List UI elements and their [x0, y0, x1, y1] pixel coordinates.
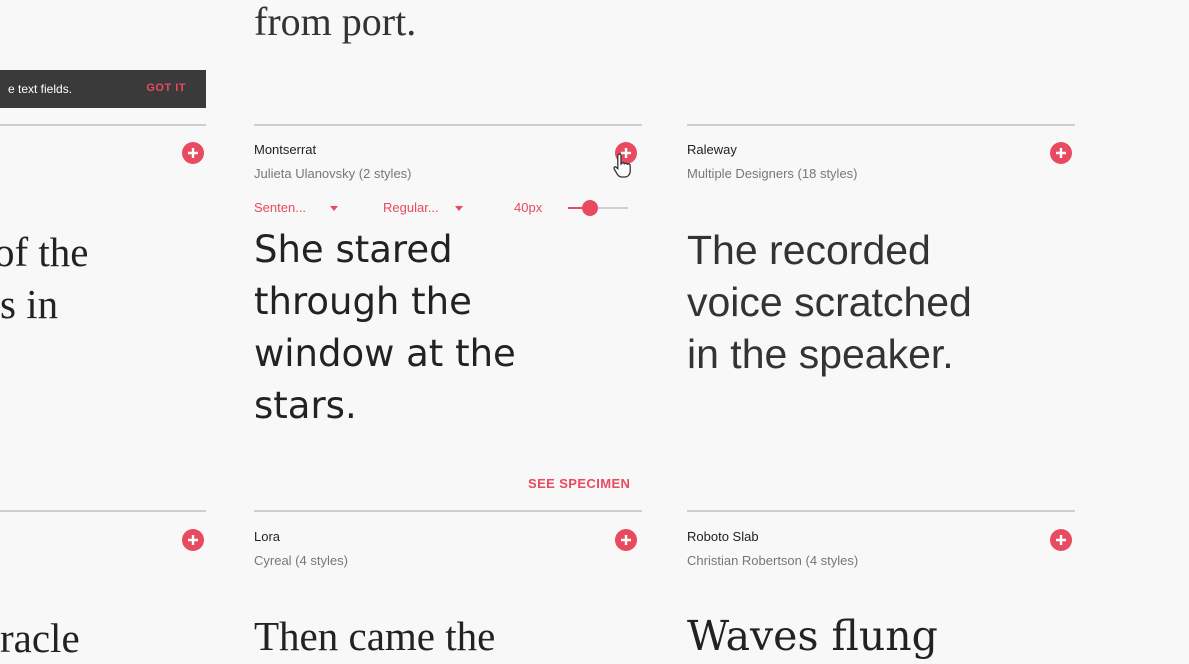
- font-sample-text: racle: [0, 615, 80, 661]
- got-it-button[interactable]: GOT IT: [146, 82, 186, 94]
- add-font-button[interactable]: [182, 142, 204, 164]
- font-designer: Julieta Ulanovsky (2 styles): [254, 166, 412, 181]
- plus-icon: [188, 148, 198, 158]
- card-divider: [687, 124, 1075, 126]
- style-label: Regular...: [383, 200, 439, 215]
- font-sample-text: Then came the: [254, 613, 496, 659]
- sentence-type-dropdown[interactable]: Senten...: [254, 200, 339, 215]
- add-font-button[interactable]: [1050, 142, 1072, 164]
- see-specimen-link[interactable]: SEE SPECIMEN: [528, 476, 630, 491]
- font-name[interactable]: Lora: [254, 529, 280, 544]
- font-name[interactable]: Roboto Slab: [687, 529, 759, 544]
- plus-icon: [621, 535, 631, 545]
- card-divider: [0, 124, 206, 126]
- plus-icon: [1056, 535, 1066, 545]
- add-font-button[interactable]: [1050, 529, 1072, 551]
- font-name[interactable]: Raleway: [687, 142, 737, 157]
- snackbar: e text fields. GOT IT: [0, 70, 206, 108]
- plus-icon: [1056, 148, 1066, 158]
- sentence-type-label: Senten...: [254, 200, 307, 215]
- font-size-slider[interactable]: [568, 200, 628, 216]
- hand-pointer-icon: [613, 153, 631, 178]
- previous-sample-text: from port.: [254, 0, 417, 44]
- card-divider: [687, 510, 1075, 512]
- add-font-button[interactable]: [615, 529, 637, 551]
- plus-icon: [188, 535, 198, 545]
- font-size-value: 40px: [514, 200, 543, 215]
- font-sample-text: of the s in: [0, 229, 89, 327]
- font-designer: Multiple Designers (18 styles): [687, 166, 858, 181]
- add-font-button[interactable]: [182, 529, 204, 551]
- chevron-down-icon: [454, 206, 463, 212]
- snackbar-message: e text fields.: [8, 82, 73, 96]
- font-sample-text: Waves flung: [687, 612, 938, 660]
- style-dropdown[interactable]: Regular...: [383, 200, 463, 215]
- card-divider: [254, 510, 642, 512]
- slider-thumb[interactable]: [582, 200, 598, 216]
- font-name[interactable]: Montserrat: [254, 142, 316, 157]
- font-designer: Christian Robertson (4 styles): [687, 553, 859, 568]
- chevron-down-icon: [330, 206, 339, 212]
- card-divider: [0, 510, 206, 512]
- font-sample-text: She stared through the window at the sta…: [254, 228, 516, 427]
- card-divider: [254, 124, 642, 126]
- font-sample-text: The recorded voice scratched in the spea…: [687, 227, 972, 377]
- font-designer: Cyreal (4 styles): [254, 553, 348, 568]
